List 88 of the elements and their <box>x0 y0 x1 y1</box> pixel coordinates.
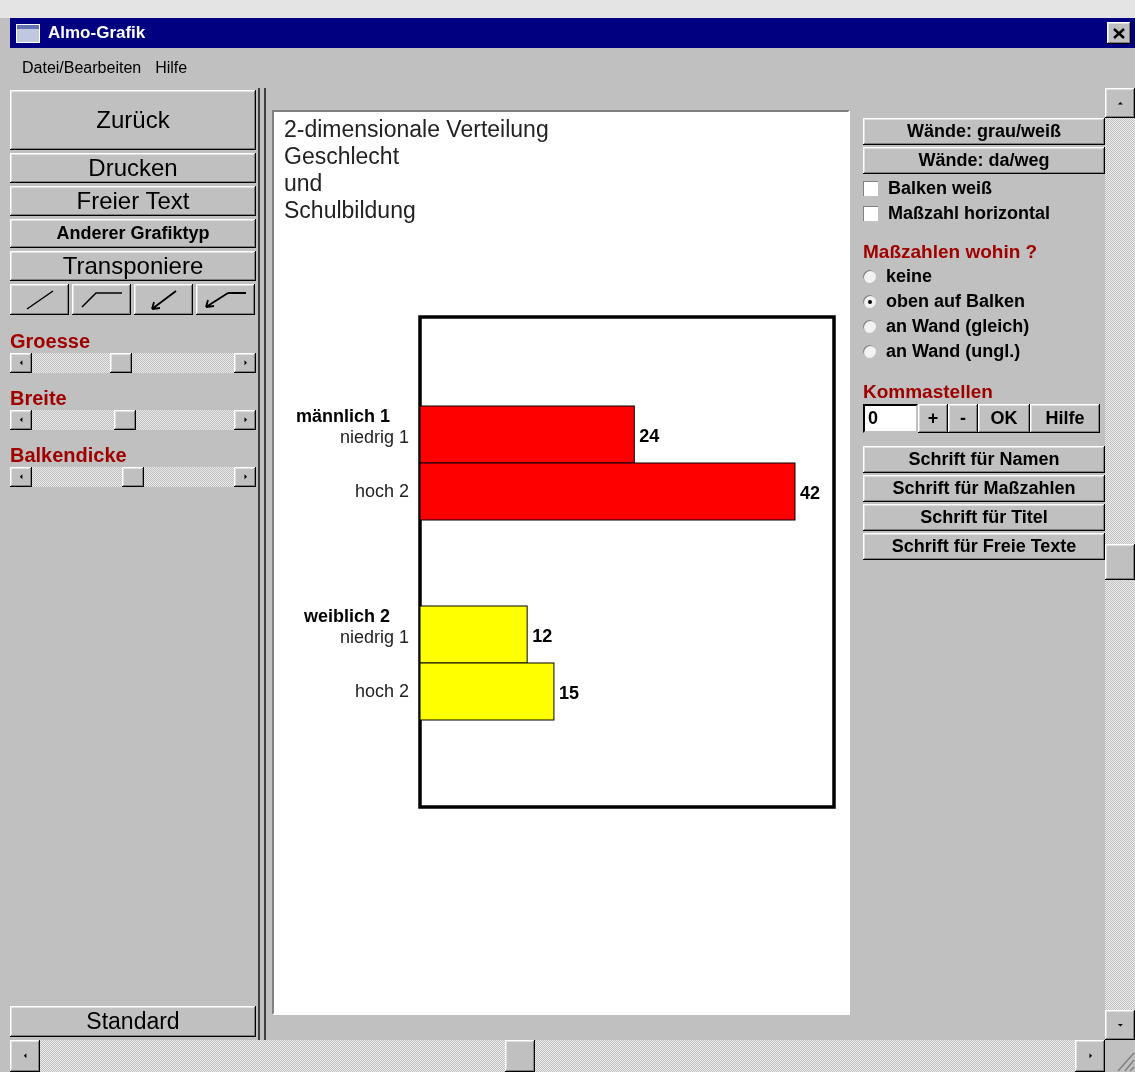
font-button[interactable]: Schrift für Titel <box>863 504 1105 531</box>
group-label: männlich 1 <box>295 406 390 426</box>
wall-button[interactable]: Wände: grau/weiß <box>863 118 1105 145</box>
series-label: niedrig 1 <box>339 427 409 447</box>
horizontal-scrollbar[interactable] <box>10 1040 1135 1072</box>
value-label: 24 <box>639 426 660 446</box>
checkbox-label: Balken weiß <box>888 178 993 199</box>
decimals-button[interactable]: OK <box>978 404 1030 433</box>
diagonal-arrow-icon <box>150 289 177 310</box>
slider-label: Groesse <box>10 329 92 353</box>
line-style-button[interactable] <box>196 284 255 315</box>
font-button[interactable]: Schrift für Maßzahlen <box>863 475 1105 502</box>
scroll-left-button[interactable] <box>10 1040 40 1072</box>
radio-button[interactable] <box>863 270 876 283</box>
scroll-right-button[interactable] <box>1075 1040 1105 1072</box>
left-arrow-icon <box>17 473 25 481</box>
line-style-button[interactable] <box>72 284 131 315</box>
radio-button[interactable] <box>863 345 876 358</box>
radio-label: an Wand (gleich) <box>886 316 1030 337</box>
standard-button[interactable]: Standard <box>10 1006 256 1037</box>
menu-item[interactable]: Hilfe <box>155 59 188 77</box>
sidebar-button[interactable]: Transponiere <box>10 251 256 281</box>
font-button[interactable]: Schrift für Namen <box>863 446 1105 473</box>
radio-button[interactable] <box>863 295 876 308</box>
slider[interactable] <box>10 410 256 430</box>
scroll-left-button[interactable] <box>10 353 32 373</box>
scroll-right-button[interactable] <box>234 353 256 373</box>
scroll-right-button[interactable] <box>234 410 256 430</box>
splitter-bar[interactable] <box>258 88 266 1040</box>
radio-button[interactable] <box>863 320 876 333</box>
close-button[interactable] <box>1107 22 1131 44</box>
resize-grip-icon <box>1117 1052 1135 1072</box>
slider-label: Balkendicke <box>10 443 128 467</box>
left-arrow-icon <box>21 1052 29 1060</box>
scroll-thumb[interactable] <box>1105 544 1135 580</box>
scroll-left-button[interactable] <box>10 467 32 487</box>
menu-item[interactable]: Datei/Bearbeiten <box>22 59 142 77</box>
section-heading: Kommastellen <box>863 380 994 404</box>
series-label: hoch 2 <box>354 481 409 501</box>
value-label: 12 <box>532 626 553 646</box>
scroll-left-button[interactable] <box>10 410 32 430</box>
vertical-scrollbar[interactable] <box>1105 88 1135 1040</box>
line-style-button[interactable] <box>134 284 193 315</box>
section-heading: Maßzahlen wohin ? <box>863 240 1039 264</box>
diagonal-line-icon <box>25 289 54 310</box>
wall-button[interactable]: Wände: da/weg <box>863 147 1105 174</box>
series-label: hoch 2 <box>354 681 409 701</box>
scroll-up-button[interactable] <box>1105 88 1135 118</box>
sidebar-button[interactable]: Anderer Grafiktyp <box>10 219 256 248</box>
window-icon <box>16 23 40 43</box>
window-title: Almo-Grafik <box>48 23 147 43</box>
chart-title-line: Schulbildung <box>284 197 417 224</box>
slider-label: Breite <box>10 386 68 410</box>
group-label: weiblich 2 <box>303 606 390 626</box>
checkbox[interactable] <box>863 181 878 196</box>
radio-label: keine <box>886 266 933 287</box>
series-label: niedrig 1 <box>339 627 409 647</box>
font-button[interactable]: Schrift für Freie Texte <box>863 533 1105 560</box>
chart-title-line: 2-dimensionale Verteilung <box>284 116 550 143</box>
scroll-right-button[interactable] <box>234 467 256 487</box>
slider-thumb[interactable] <box>122 467 145 487</box>
slider-thumb[interactable] <box>113 410 136 430</box>
slider-thumb[interactable] <box>110 353 133 373</box>
sidebar-button[interactable]: Freier Text <box>10 186 256 216</box>
chart-title-line: Geschlecht <box>284 143 401 170</box>
radio-label: oben auf Balken <box>886 291 1026 312</box>
scroll-thumb[interactable] <box>505 1040 535 1072</box>
chart-title-line: und <box>284 170 324 197</box>
sidebar-button[interactable]: Zurück <box>10 90 256 150</box>
value-label: 15 <box>558 683 579 703</box>
checkbox[interactable] <box>863 206 878 221</box>
left-arrow-icon <box>17 359 25 367</box>
input-field[interactable]: 0 <box>863 404 918 433</box>
sidebar-button[interactable]: Drucken <box>10 153 256 183</box>
left-arrow-icon <box>17 416 25 424</box>
decimals-button[interactable]: Hilfe <box>1030 404 1100 433</box>
decimals-button[interactable]: + <box>918 404 948 433</box>
scroll-down-button[interactable] <box>1105 1010 1135 1040</box>
close-icon <box>1113 27 1125 39</box>
slider[interactable] <box>10 353 256 373</box>
slider[interactable] <box>10 467 256 487</box>
checkbox-label: Maßzahl horizontal <box>888 203 1050 224</box>
line-style-button[interactable] <box>10 284 69 315</box>
bent-line-icon <box>80 291 123 308</box>
decimals-button[interactable]: - <box>948 404 978 433</box>
radio-label: an Wand (ungl.) <box>886 341 1021 362</box>
bent-arrow-icon <box>204 291 247 308</box>
value-label: 42 <box>800 483 821 503</box>
